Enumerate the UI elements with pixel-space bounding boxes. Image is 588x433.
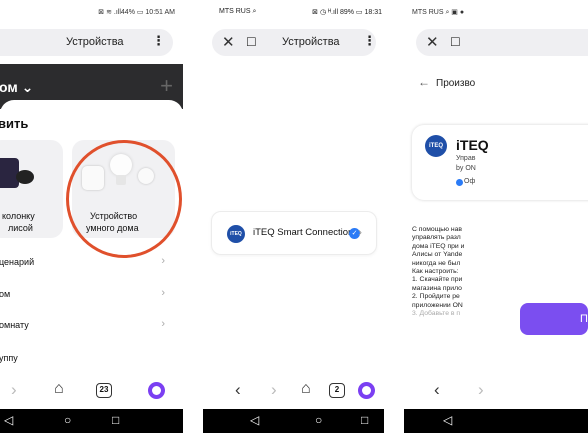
home-icon[interactable]: ⌂ (54, 380, 64, 398)
address-pill[interactable]: ✕ ☐ Устройства ⋮ (212, 29, 376, 56)
desc-line: магазина прило (412, 284, 462, 292)
status-icons: ⊠ ≋ .ıll44% ▭ 10:51 AM (98, 9, 175, 16)
android-back-icon[interactable]: ◁ (250, 413, 259, 427)
home-selector[interactable]: ом ⌄ (0, 79, 33, 96)
status-bar: MTS RUS ⌕ ⊠ ◷ ᴴ.ıll 89% ▭ 18:31 (203, 0, 384, 22)
address-pill[interactable]: Устройства ⋮ (0, 29, 173, 56)
chevron-right-icon: › (358, 225, 362, 239)
app-developer: by ON (456, 165, 476, 172)
arrow-left-icon: ← (418, 75, 430, 89)
chevron-right-icon: › (161, 318, 165, 330)
browser-bar: ✕ ☐ (404, 22, 588, 64)
menu-icon[interactable]: ⋮ (363, 33, 376, 49)
browser-bar: Устройства ⋮ (0, 22, 183, 64)
app-subtitle: Управ (456, 155, 476, 162)
desc-line: Алисы от Yande (412, 251, 463, 259)
app-name: iTEQ (456, 137, 489, 153)
verified-icon (456, 179, 463, 186)
forward-icon[interactable]: › (478, 380, 484, 400)
forward-icon[interactable]: › (271, 380, 277, 400)
iteq-logo-icon: iTEQ (227, 225, 245, 243)
close-icon[interactable]: ✕ (222, 33, 235, 51)
row-label: ом (0, 289, 11, 299)
highlight-circle (66, 140, 182, 258)
bookmark-icon[interactable]: ☐ (246, 35, 257, 49)
card-speaker[interactable]: колонку лисой (0, 140, 63, 238)
desc-line: никогда не был (412, 259, 461, 267)
browser-bar: ✕ ☐ Устройства ⋮ (203, 22, 384, 64)
app-info-card: iTEQ iTEQ Управ by ON Оф (412, 125, 588, 200)
menu-icon[interactable]: ⋮ (152, 33, 165, 49)
desc-line: управлять разл (412, 234, 461, 242)
status-icons: ⊠ ◷ ᴴ.ıll 89% ▭ 18:31 (312, 9, 382, 16)
row-home[interactable]: ом › (0, 280, 183, 308)
bottom-nav: ‹ › (404, 372, 588, 409)
address-pill[interactable]: ✕ ☐ (416, 29, 588, 56)
alice-icon[interactable] (148, 382, 165, 399)
sheet-title: вить (0, 116, 29, 131)
desc-line: 1. Скачайте при (412, 276, 463, 284)
android-recents-icon[interactable]: □ (361, 413, 368, 427)
chevron-right-icon: › (161, 287, 165, 299)
row-label: омнату (0, 320, 29, 330)
chevron-right-icon: › (161, 255, 165, 267)
install-button[interactable]: Пр (520, 303, 588, 335)
row-group[interactable]: уппу (0, 344, 183, 364)
desc-line: С помощью нав (412, 226, 462, 233)
card-speaker-label-2: лисой (8, 223, 33, 233)
add-icon[interactable]: + (160, 73, 173, 99)
screenshot-panel-3: MTS RUS ⌕ ▣ ● ✕ ☐ ← Произво iTEQ iTEQ Упр… (404, 0, 588, 433)
speaker-small-icon (16, 170, 34, 184)
bookmark-icon[interactable]: ☐ (450, 35, 461, 49)
forward-icon[interactable]: › (11, 380, 17, 400)
row-label: уппу (0, 353, 18, 363)
android-nav: ◁ ○ □ (203, 409, 384, 433)
android-back-icon[interactable]: ◁ (4, 413, 13, 427)
status-bar: MTS RUS ⌕ ▣ ● (404, 0, 588, 22)
desc-line: дома iTEQ при и (412, 242, 465, 250)
desc-line: 2. Пройдите ре (412, 293, 460, 301)
close-icon[interactable]: ✕ (426, 33, 439, 51)
bottom-nav: ‹ › ⌂ 2 (203, 372, 384, 409)
android-recents-icon[interactable]: □ (112, 413, 119, 427)
skill-item-iteq[interactable]: iTEQ iTEQ Smart Connection ✓ › (211, 211, 377, 255)
back-icon[interactable]: ‹ (235, 380, 241, 400)
page-title: Устройства (66, 36, 124, 48)
card-speaker-label-1: колонку (2, 211, 35, 221)
back-label: Произво (436, 78, 476, 89)
status-bar: ⊠ ≋ .ıll44% ▭ 10:51 AM (0, 0, 183, 22)
android-home-icon[interactable]: ○ (64, 413, 71, 427)
back-icon[interactable]: ‹ (434, 380, 440, 400)
home-icon[interactable]: ⌂ (301, 380, 311, 398)
row-room[interactable]: омнату › (0, 311, 183, 339)
alice-icon[interactable] (358, 382, 375, 399)
row-scenario[interactable]: ценарий › (0, 248, 183, 276)
android-nav: ◁ (404, 409, 588, 433)
bottom-nav: › ⌂ 23 (0, 372, 183, 409)
carrier: MTS RUS ⌕ (219, 8, 257, 15)
screenshot-panel-2: MTS RUS ⌕ ⊠ ◷ ᴴ.ıll 89% ▭ 18:31 ✕ ☐ Устр… (203, 0, 384, 433)
iteq-logo-icon: iTEQ (425, 135, 447, 157)
carrier: MTS RUS ⌕ ▣ ● (412, 9, 465, 16)
tabs-icon[interactable]: 2 (329, 383, 345, 398)
android-nav: ◁ ○ □ (0, 409, 183, 433)
skill-name: iTEQ Smart Connection (253, 227, 354, 238)
page-title: Устройства (282, 36, 340, 48)
screenshot-panel-1: ⊠ ≋ .ıll44% ▭ 10:51 AM Устройства ⋮ ом ⌄… (0, 0, 183, 433)
back-link[interactable]: ← Произво (418, 75, 475, 89)
tabs-icon[interactable]: 23 (96, 383, 112, 398)
android-home-icon[interactable]: ○ (315, 413, 322, 427)
android-back-icon[interactable]: ◁ (443, 413, 452, 427)
install-button-label: Пр (580, 313, 588, 325)
row-label: ценарий (0, 257, 35, 267)
official-badge: Оф (464, 178, 476, 185)
